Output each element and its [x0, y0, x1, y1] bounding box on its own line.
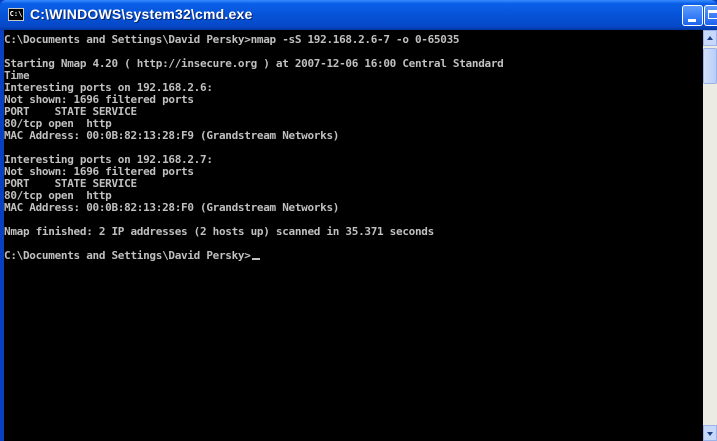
vertical-scrollbar[interactable] — [703, 30, 717, 441]
maximize-button[interactable] — [704, 5, 717, 26]
minimize-button[interactable] — [682, 5, 703, 26]
scroll-down-arrow-icon[interactable] — [703, 425, 717, 441]
console-line: MAC Address: 00:0B:82:13:28:F0 (Grandstr… — [4, 201, 340, 214]
console-lines: C:\Documents and Settings\David Persky>n… — [4, 33, 504, 262]
scrollbar-thumb[interactable] — [703, 48, 717, 84]
console-prompt: C:\Documents and Settings\David Persky> — [4, 249, 251, 262]
console-line: MAC Address: 00:0B:82:13:28:F9 (Grandstr… — [4, 129, 340, 142]
console-prompt-line[interactable]: C:\Documents and Settings\David Persky> — [4, 250, 503, 262]
console-output[interactable]: C:\Documents and Settings\David Persky>n… — [4, 30, 703, 441]
console-line: Starting Nmap 4.20 ( http://insecure.org… — [4, 57, 504, 70]
window-title: C:\WINDOWS\system32\cmd.exe — [30, 6, 253, 22]
cmd-window: C:\ C:\WINDOWS\system32\cmd.exe C:\Docum… — [0, 0, 717, 441]
title-bar[interactable]: C:\ C:\WINDOWS\system32\cmd.exe — [0, 0, 717, 30]
console-line: Nmap finished: 2 IP addresses (2 hosts u… — [4, 225, 434, 238]
scroll-up-arrow-icon[interactable] — [703, 30, 717, 46]
cmd-window-icon[interactable]: C:\ — [8, 8, 24, 21]
console-line: C:\Documents and Settings\David Persky>n… — [4, 33, 460, 46]
text-cursor — [251, 258, 260, 260]
